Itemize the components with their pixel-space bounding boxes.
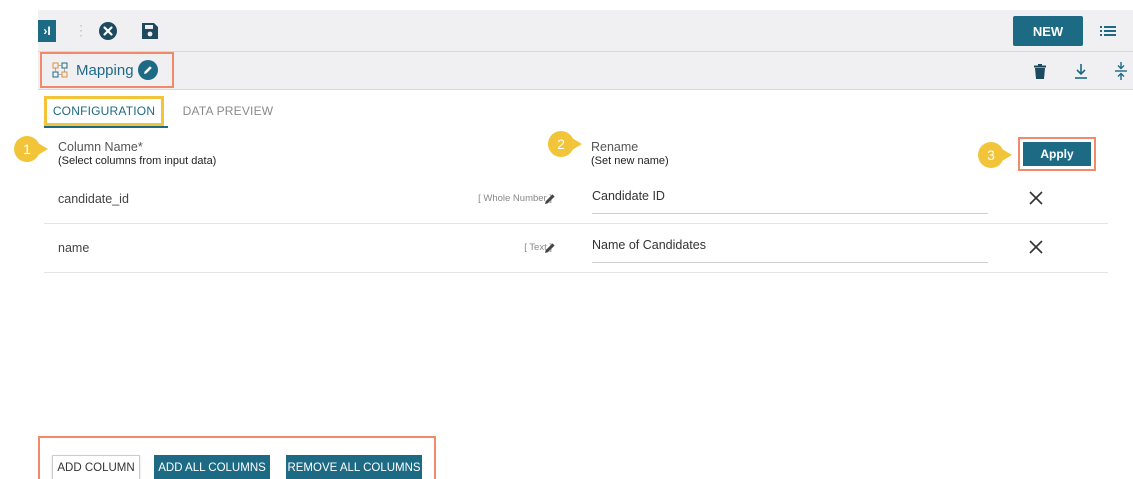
add-all-columns-button[interactable]: ADD ALL COLUMNS	[154, 455, 270, 479]
collapse-panel-button[interactable]: ›I	[38, 20, 56, 42]
column-name-header-title: Column Name*	[58, 140, 143, 154]
callout-badge-3: 3	[978, 142, 1012, 168]
tab-configuration[interactable]: CONFIGURATION	[44, 96, 164, 126]
component-title-box: Mapping	[40, 52, 174, 88]
table-row: name [ Text ] Name of Candidates	[44, 225, 1108, 273]
download-button[interactable]	[1071, 60, 1091, 82]
download-icon	[1075, 64, 1087, 79]
close-icon	[1029, 191, 1043, 205]
list-menu-button[interactable]	[1096, 19, 1120, 43]
save-button[interactable]	[140, 20, 160, 42]
column-name-header-hint: (Select columns from input data)	[58, 155, 217, 167]
toolbar-divider: ⋮	[74, 22, 88, 38]
pencil-icon	[545, 194, 555, 204]
remove-row-button[interactable]	[1028, 190, 1046, 208]
mapping-component-icon	[52, 62, 68, 78]
active-tab-indicator	[44, 126, 168, 128]
collapse-vertical-button[interactable]	[1111, 60, 1131, 82]
remove-row-button[interactable]	[1028, 239, 1046, 257]
edit-type-button[interactable]	[544, 241, 558, 255]
pencil-icon	[545, 243, 555, 253]
edit-type-button[interactable]	[544, 192, 558, 206]
rename-header: Rename (Set new name)	[591, 140, 669, 168]
callout-badge-2: 2	[548, 131, 582, 157]
pencil-icon	[143, 66, 152, 74]
component-title: Mapping	[76, 61, 134, 79]
close-icon	[1029, 240, 1043, 254]
close-circle-icon	[99, 22, 117, 40]
new-button[interactable]: NEW	[1013, 16, 1083, 46]
row-data-type: [ Whole Number ]	[478, 193, 552, 204]
rename-header-hint: (Set new name)	[591, 155, 669, 167]
remove-all-columns-button[interactable]: REMOVE ALL COLUMNS	[286, 455, 422, 479]
component-header: Mapping	[38, 52, 1133, 90]
column-actions-highlight: ADD COLUMN ADD ALL COLUMNS REMOVE ALL CO…	[38, 436, 436, 479]
table-row: candidate_id [ Whole Number ] Candidate …	[44, 176, 1108, 224]
apply-button[interactable]: Apply	[1023, 142, 1091, 166]
top-toolbar: ›I ⋮ NEW	[38, 10, 1133, 52]
collapse-vertical-icon	[1115, 62, 1127, 80]
callout-badge-1: 1	[14, 136, 48, 162]
save-icon	[142, 23, 158, 39]
rename-input[interactable]: Name of Candidates	[592, 229, 988, 263]
close-button[interactable]	[98, 21, 118, 41]
collapse-icon: ›I	[43, 24, 51, 38]
delete-button[interactable]	[1030, 60, 1050, 82]
tab-data-preview[interactable]: DATA PREVIEW	[180, 96, 276, 126]
row-column-name: name	[58, 241, 90, 255]
trash-icon	[1034, 63, 1046, 79]
apply-button-highlight: Apply	[1018, 137, 1096, 171]
edit-title-button[interactable]	[137, 60, 158, 80]
add-column-button[interactable]: ADD COLUMN	[52, 455, 140, 479]
list-icon	[1100, 26, 1116, 36]
rename-input[interactable]: Candidate ID	[592, 180, 988, 214]
row-column-name: candidate_id	[58, 192, 129, 206]
column-name-header: Column Name* (Select columns from input …	[58, 140, 216, 168]
rename-header-title: Rename	[591, 140, 639, 154]
